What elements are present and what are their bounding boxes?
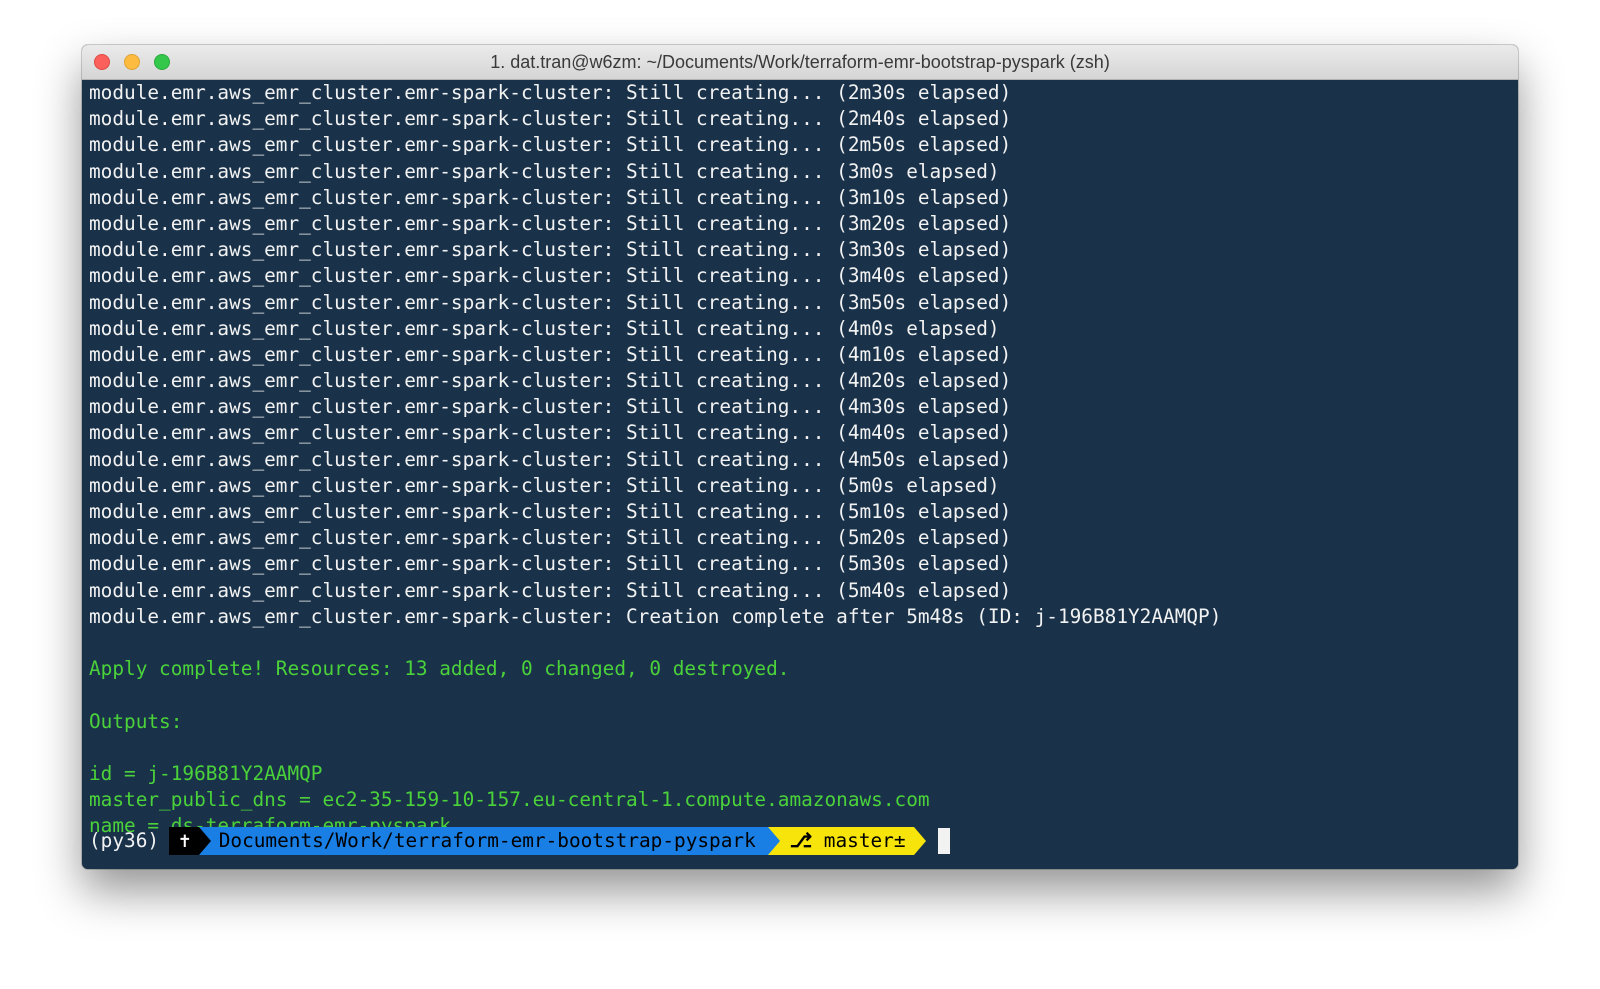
terminal-line: module.emr.aws_emr_cluster.emr-spark-clu… (89, 500, 1012, 523)
prompt-user-segment: ✝ (169, 827, 199, 855)
prompt-separator (913, 827, 926, 855)
minimize-icon[interactable] (124, 54, 140, 70)
prompt-venv: (py36) (89, 829, 160, 852)
terminal-line: module.emr.aws_emr_cluster.emr-spark-clu… (89, 264, 1012, 288)
terminal-line: module.emr.aws_emr_cluster.emr-spark-clu… (89, 133, 1012, 157)
terminal-line: module.emr.aws_emr_cluster.emr-spark-clu… (89, 107, 1012, 131)
terminal-cursor (937, 828, 950, 854)
title-bar[interactable]: 1. dat.tran@w6zm: ~/Documents/Work/terra… (82, 45, 1518, 80)
terminal-line: module.emr.aws_emr_cluster.emr-spark-clu… (89, 526, 1012, 550)
terminal-line: module.emr.aws_emr_cluster.emr-spark-clu… (89, 447, 1012, 471)
terminal-line: module.emr.aws_emr_cluster.emr-spark-clu… (89, 290, 1012, 314)
terminal-line: Apply complete! Resources: 13 added, 0 c… (89, 657, 790, 681)
terminal-line: module.emr.aws_emr_cluster.emr-spark-clu… (89, 185, 1012, 209)
terminal-line: module.emr.aws_emr_cluster.emr-spark-clu… (89, 342, 1012, 366)
shell-prompt: (py36) ✝ Documents/Work/terraform-emr-bo… (89, 827, 950, 855)
terminal-line: module.emr.aws_emr_cluster.emr-spark-clu… (89, 395, 1012, 419)
terminal-line: module.emr.aws_emr_cluster.emr-spark-clu… (89, 369, 1012, 393)
terminal-line: id = j-196B81Y2AAMQP (89, 761, 323, 785)
terminal-line: module.emr.aws_emr_cluster.emr-spark-clu… (89, 211, 1012, 235)
prompt-git-segment: ⎇ master± (779, 827, 914, 855)
terminal-line: Outputs: (89, 709, 183, 733)
terminal-line: module.emr.aws_emr_cluster.emr-spark-clu… (89, 316, 1000, 340)
zoom-icon[interactable] (154, 54, 170, 70)
terminal-line: module.emr.aws_emr_cluster.emr-spark-clu… (89, 473, 1000, 497)
prompt-path: Documents/Work/terraform-emr-bootstrap-p… (210, 827, 768, 855)
prompt-separator (198, 827, 211, 855)
terminal-line: module.emr.aws_emr_cluster.emr-spark-clu… (89, 81, 1012, 104)
terminal-line: master_public_dns = ec2-35-159-10-157.eu… (89, 788, 930, 812)
close-icon[interactable] (94, 54, 110, 70)
git-branch-icon: ⎇ (789, 829, 813, 852)
terminal-line: module.emr.aws_emr_cluster.emr-spark-clu… (89, 421, 1012, 445)
terminal-window: 1. dat.tran@w6zm: ~/Documents/Work/terra… (82, 45, 1518, 869)
terminal-line: module.emr.aws_emr_cluster.emr-spark-clu… (89, 604, 1222, 628)
output-lines: module.emr.aws_emr_cluster.emr-spark-clu… (89, 80, 1518, 839)
terminal-line: module.emr.aws_emr_cluster.emr-spark-clu… (89, 578, 1012, 602)
terminal-line: module.emr.aws_emr_cluster.emr-spark-clu… (89, 238, 1012, 262)
terminal-output[interactable]: module.emr.aws_emr_cluster.emr-spark-clu… (82, 80, 1518, 869)
prompt-git-branch: master± (823, 829, 906, 852)
window-title: 1. dat.tran@w6zm: ~/Documents/Work/terra… (490, 52, 1110, 72)
prompt-separator (767, 827, 780, 855)
terminal-line: module.emr.aws_emr_cluster.emr-spark-clu… (89, 552, 1012, 576)
terminal-line: module.emr.aws_emr_cluster.emr-spark-clu… (89, 159, 1000, 183)
